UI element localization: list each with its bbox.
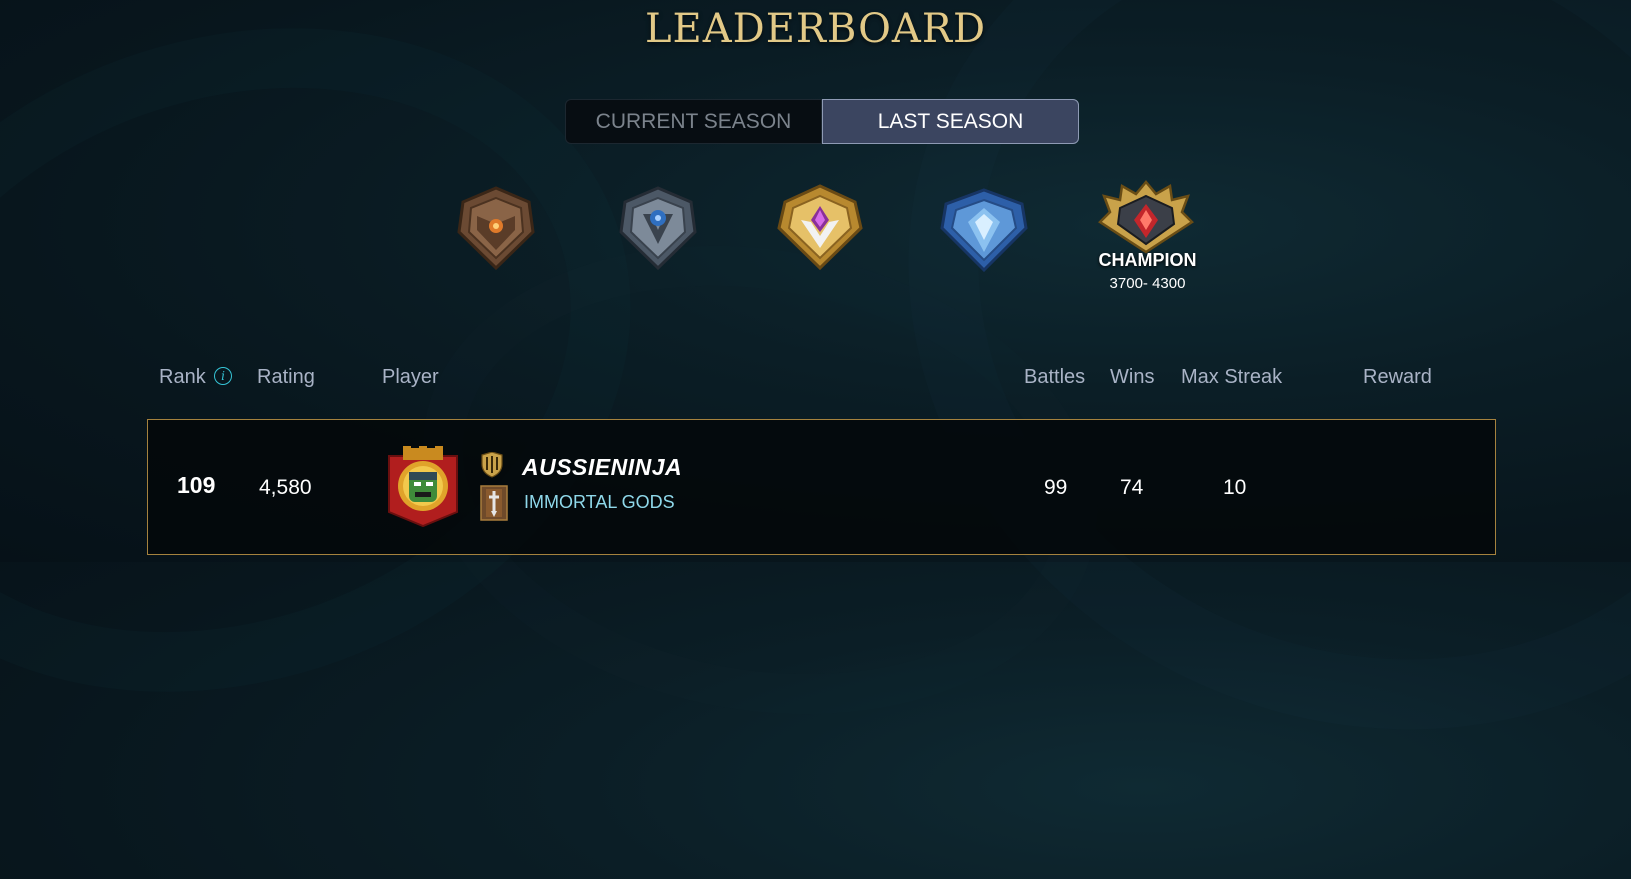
bronze-league-icon[interactable] xyxy=(455,186,537,270)
header-reward: Reward xyxy=(1363,366,1432,388)
guild-banner-icon xyxy=(478,485,510,526)
header-rating: Rating xyxy=(257,366,315,388)
wins-value: 74 xyxy=(1120,476,1144,499)
header-battles: Battles xyxy=(1024,366,1086,388)
header-rank: Rank xyxy=(159,366,206,388)
diamond-league-icon[interactable] xyxy=(938,188,1030,272)
champion-shield-icon xyxy=(481,451,503,483)
player-avatar[interactable] xyxy=(381,446,465,533)
battles-value: 99 xyxy=(1044,476,1068,499)
header-wins: Wins xyxy=(1110,366,1155,388)
champion-league-label: CHAMPION xyxy=(1098,250,1197,270)
rank-value: 109 xyxy=(177,472,216,498)
tab-last-season[interactable]: LAST SEASON xyxy=(822,99,1079,144)
tab-current-season[interactable]: CURRENT SEASON xyxy=(565,99,822,144)
header-player: Player xyxy=(382,366,439,388)
info-icon[interactable]: i xyxy=(214,367,232,385)
champion-rating-range: 3700- 4300 xyxy=(1109,275,1186,292)
header-max-streak: Max Streak xyxy=(1181,366,1283,388)
max-streak-value: 10 xyxy=(1223,476,1247,499)
silver-league-icon[interactable] xyxy=(617,186,699,270)
rating-value: 4,580 xyxy=(259,476,312,499)
gold-league-icon[interactable] xyxy=(775,184,865,270)
page-title: LEADERBOARD xyxy=(644,6,987,52)
table-row[interactable] xyxy=(147,419,1496,555)
player-name[interactable]: AUSSIENINJA xyxy=(522,454,682,481)
guild-name[interactable]: IMMORTAL GODS xyxy=(524,492,675,513)
champion-league-icon[interactable] xyxy=(1096,180,1196,254)
season-tabs: CURRENT SEASON LAST SEASON xyxy=(565,99,1079,144)
